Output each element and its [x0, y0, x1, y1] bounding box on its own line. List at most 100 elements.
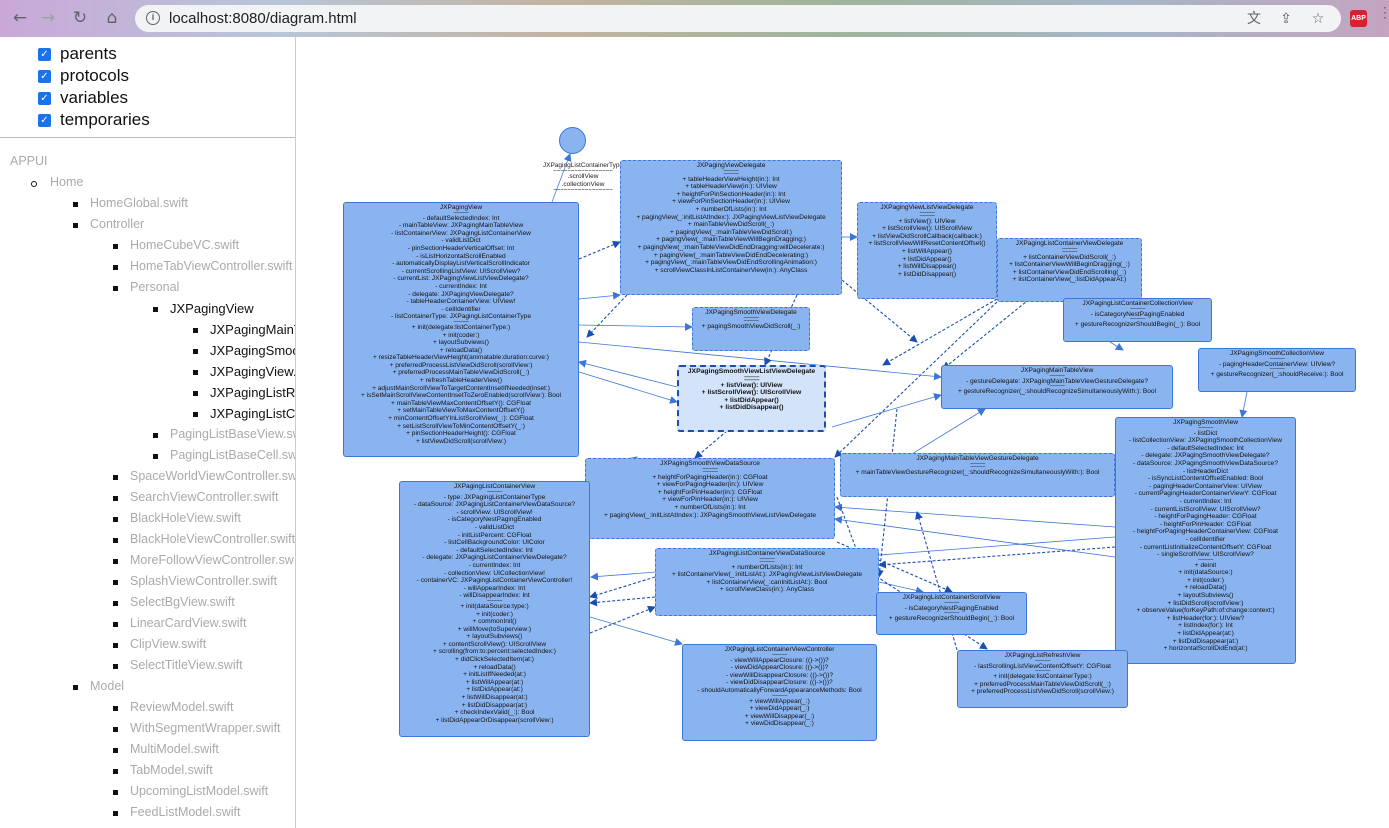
class-node-member: + setListScrollViewToMinContentOffsetY(_… — [397, 422, 525, 430]
checkbox-icon[interactable]: ✓ — [38, 113, 51, 127]
tree-item[interactable]: PagingListBaseCell.sw — [170, 448, 295, 462]
tree-item[interactable]: JXPagingView.s — [210, 364, 295, 379]
info-icon[interactable]: i — [146, 11, 160, 25]
tree-item[interactable]: TabModel.swift — [130, 763, 213, 777]
tree-item[interactable]: HomeGlobal.swift — [90, 196, 188, 210]
tree-item[interactable]: SplashViewController.swift — [130, 574, 277, 588]
tree-item[interactable]: BlackHoleView.swift — [130, 511, 241, 525]
class-node-member: + tableHeaderViewHeight(in:): Int — [682, 175, 780, 183]
tree-bullet-square — [113, 559, 118, 564]
class-node-JXPagingMainTableView[interactable]: JXPagingMainTableView ===== - gestureDeleg… — [941, 365, 1173, 409]
class-node-member: + pinSectionHeaderHeight(): CGFloat — [406, 430, 516, 438]
reload-icon[interactable]: ↻ — [70, 8, 90, 28]
class-node-JXPagingView[interactable]: JXPagingView ===== - defaultSelectedIndex:… — [343, 202, 579, 457]
tree-item[interactable]: WithSegmentWrapper.swift — [130, 721, 281, 735]
filter-variables[interactable]: ✓ variables — [38, 87, 295, 109]
checkbox-icon[interactable]: ✓ — [38, 69, 51, 83]
class-node-JXPagingListContainerViewDataSource[interactable]: JXPagingListContainerViewDataSource =====… — [655, 548, 879, 616]
class-node-member: + horizontalScrollDidEnd(at:) — [1163, 645, 1248, 653]
class-node-member: + pagingView(_:mainTableViewDidEndScroll… — [645, 259, 817, 267]
tree-item[interactable]: HomeCubeVC.swift — [130, 238, 239, 252]
browser-toolbar: ← → ↻ ⌂ i localhost:8080/diagram.html 文 … — [0, 0, 1389, 37]
tree-item[interactable]: UpcomingListModel.swift — [130, 784, 268, 798]
class-node-member: - pinSectionHeaderVerticalOffset: Int — [407, 244, 515, 252]
class-node-JXPagingSmoothViewListViewDelegate[interactable]: JXPagingSmoothViewListViewDelegate ===== =… — [677, 365, 826, 432]
back-icon[interactable]: ← — [10, 8, 30, 28]
class-node-member: - validListDict — [441, 237, 481, 245]
tree-item[interactable]: JXPagingListRe — [210, 385, 295, 400]
adblock-icon[interactable]: ABP — [1350, 10, 1367, 27]
tree-item[interactable]: SelectBgView.swift — [130, 595, 235, 609]
tree-root[interactable]: APPUI — [10, 154, 48, 168]
class-node-member: + listScrollViewWillResetContentOffset() — [868, 240, 986, 248]
list-container-type-node[interactable] — [559, 127, 586, 154]
class-node-member: + listHeader(for:): UIView? — [1166, 614, 1245, 622]
class-node-JXPagingListContainerScrollView[interactable]: JXPagingListContainerScrollView ===== - is… — [876, 592, 1027, 635]
class-node-member: - listHeaderDict — [1182, 467, 1229, 475]
class-node-JXPagingListContainerViewController[interactable]: JXPagingListContainerViewController =====… — [682, 644, 877, 741]
checkbox-icon[interactable]: ✓ — [38, 91, 51, 105]
class-node-member: - delegate: JXPagingSmoothViewDelegate? — [1141, 452, 1270, 460]
tree-item[interactable]: Personal — [130, 280, 179, 294]
class-node-member: - listContainerView: JXPagingListContain… — [391, 229, 531, 237]
class-node-member: + pagingView(_:mainTableViewWillBeginDra… — [656, 236, 806, 244]
tree-item[interactable]: JXPagingView — [170, 301, 254, 316]
class-node-JXPagingListContainerViewDelegate[interactable]: JXPagingListContainerViewDelegate ===== ==… — [997, 238, 1142, 302]
tree-item[interactable]: PagingListBaseView.sw — [170, 427, 295, 441]
class-node-member: + listWillAppear() — [901, 247, 952, 255]
tree-item[interactable]: JXPagingMainT — [210, 322, 295, 337]
tree-bullet-square — [193, 349, 198, 354]
tree-item[interactable]: Home — [50, 175, 83, 189]
class-node-JXPagingListContainerCollectionView[interactable]: JXPagingListContainerCollectionView =====… — [1063, 298, 1212, 342]
share-icon[interactable]: ⇪ — [1277, 10, 1295, 28]
class-node-member: + listDidAppear() — [724, 396, 779, 404]
translate-icon[interactable]: 文 — [1245, 10, 1263, 28]
tree-bullet-square — [113, 769, 118, 774]
tree-item[interactable]: LinearCardView.swift — [130, 616, 247, 630]
tree-item[interactable]: JXPagingSmoot — [210, 343, 295, 358]
bookmark-star-icon[interactable]: ☆ — [1309, 10, 1327, 28]
tree-item[interactable]: Model — [90, 679, 124, 693]
tree-item[interactable]: ClipView.swift — [130, 637, 206, 651]
class-node-member: + pagingView(_:mainTableViewDidEndDecele… — [653, 251, 809, 259]
forward-icon[interactable]: → — [38, 8, 58, 28]
tree-item[interactable]: MoreFollowViewController.sw — [130, 553, 294, 567]
class-node-JXPagingSmoothCollectionView[interactable]: JXPagingSmoothCollectionView ===== - pagin… — [1198, 348, 1356, 392]
tree-item[interactable]: Controller — [90, 217, 144, 231]
checkbox-icon[interactable]: ✓ — [38, 47, 51, 61]
menu-icon[interactable]: ⋮ — [1378, 5, 1389, 29]
filter-protocols[interactable]: ✓ protocols — [38, 65, 295, 87]
class-node-JXPagingListContainerView[interactable]: JXPagingListContainerView ===== - type: JX… — [399, 481, 590, 737]
class-node-JXPagingViewDelegate[interactable]: JXPagingViewDelegate ===== ===== + tableHea… — [620, 160, 842, 295]
tree-item[interactable]: BlackHoleViewController.swift — [130, 532, 295, 546]
tree-item[interactable]: SpaceWorldViewController.sw — [130, 469, 295, 483]
address-bar[interactable]: i localhost:8080/diagram.html 文 ⇪ ☆ — [135, 5, 1341, 32]
file-tree: APPUI Home HomeGlobal.swift Controller HomeC… — [0, 138, 295, 819]
url-text[interactable]: localhost:8080/diagram.html — [169, 10, 357, 27]
tree-item[interactable]: ReviewModel.swift — [130, 700, 234, 714]
filter-parents[interactable]: ✓ parents — [38, 43, 295, 65]
tree-item[interactable]: SelectTitleView.swift — [130, 658, 243, 672]
tree-item[interactable]: JXPagingListCo — [210, 406, 295, 421]
tree-item[interactable]: SearchViewController.swift — [130, 490, 278, 504]
class-node-JXPagingSmoothViewDelegate[interactable]: JXPagingSmoothViewDelegate ===== ===== + pa… — [692, 307, 810, 351]
class-node-JXPagingSmoothView[interactable]: JXPagingSmoothView ===== - listDict - listC… — [1115, 417, 1296, 664]
tree-bullet-square — [153, 433, 158, 438]
class-diagram[interactable]: JXPagingListContainerType ==============… — [297, 37, 1389, 828]
class-node-member: + mainTableViewMaxContentOffsetY(): CGFl… — [391, 399, 531, 407]
class-node-member: - isCategoryNestPagingEnabled — [447, 516, 542, 524]
home-icon[interactable]: ⌂ — [102, 8, 122, 28]
tree-item[interactable]: HomeTabViewController.swift — [130, 259, 292, 273]
class-node-member: + listViewDidScrollCallback(callback:) — [872, 232, 982, 240]
tree-bullet-square — [113, 475, 118, 480]
dashed-edge — [589, 576, 656, 599]
class-node-JXPagingSmoothViewDataSource[interactable]: JXPagingSmoothViewDataSource ===== ===== + … — [585, 458, 835, 539]
class-node-title: JXPagingSmoothViewDelegate — [705, 309, 797, 316]
dashed-edge — [589, 596, 656, 607]
class-node-JXPagingListRefreshView[interactable]: JXPagingListRefreshView ===== - lastScroll… — [957, 650, 1128, 708]
class-node-JXPagingMainTableViewGestureDelegate[interactable]: JXPagingMainTableViewGestureDelegate ====… — [840, 453, 1115, 497]
class-node-JXPagingViewListViewDelegate[interactable]: JXPagingViewListViewDelegate ===== ===== + … — [857, 202, 997, 299]
tree-item[interactable]: FeedListModel.swift — [130, 805, 240, 819]
filter-temporaries[interactable]: ✓ temporaries — [38, 109, 295, 131]
tree-item[interactable]: MultiModel.swift — [130, 742, 219, 756]
